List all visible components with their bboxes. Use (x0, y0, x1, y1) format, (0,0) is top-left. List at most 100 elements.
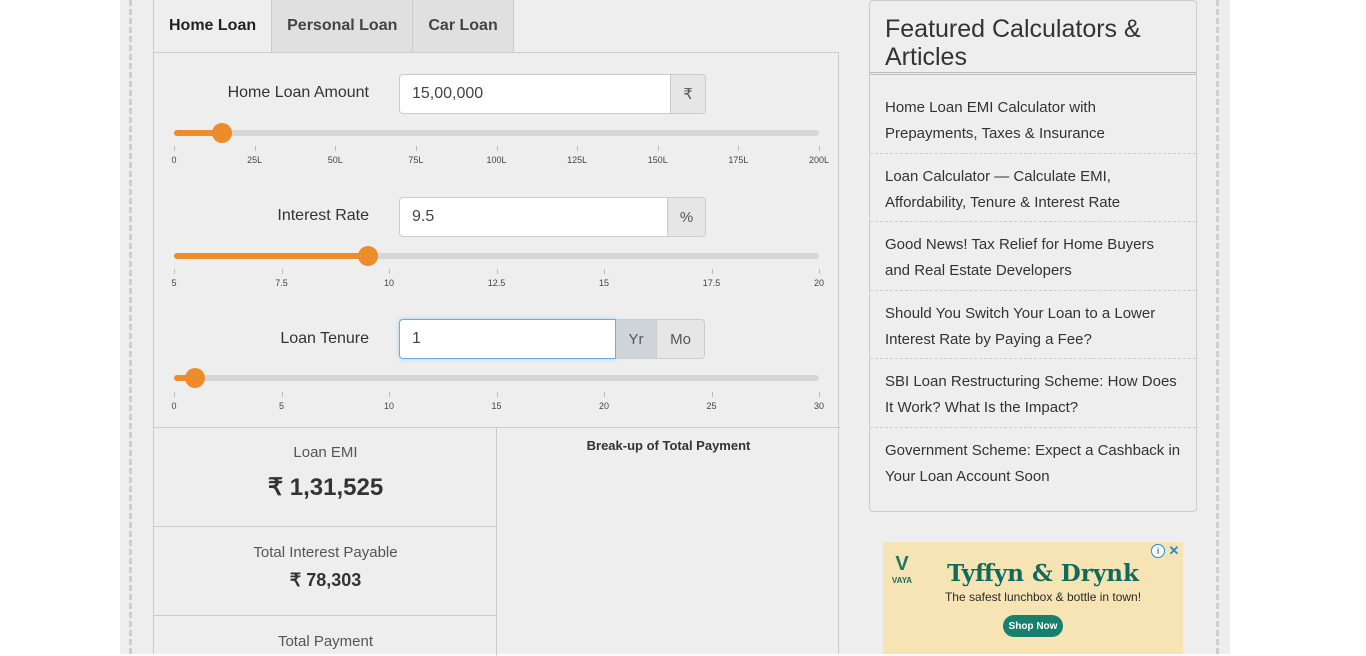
interest-rate-tick-label: 20 (813, 278, 825, 288)
loan-tenure-tick-label: 10 (383, 401, 395, 411)
tab-home-loan[interactable]: Home Loan (153, 0, 273, 53)
interest-rate-tick (174, 269, 175, 274)
interest-rate-tick (604, 269, 605, 274)
emi-label: Loan EMI (293, 444, 358, 461)
sidebar-title: Featured Calculators & Articles (870, 1, 1196, 75)
loan-tenure-tick (281, 392, 283, 397)
loan-amount-slider[interactable] (174, 123, 819, 143)
interest-rate-input-group: % (399, 197, 706, 237)
total-payment-result: Total Payment (154, 615, 497, 656)
loan-amount-input[interactable] (399, 74, 671, 114)
loan-tenure-tick (389, 392, 390, 397)
loan-amount-slider-handle[interactable] (212, 123, 233, 143)
close-icon[interactable]: ✕ (1167, 543, 1181, 558)
loan-tenure-input-group: Yr Mo (399, 319, 705, 359)
loan-tenure-tick (711, 392, 713, 397)
loan-amount-tick-label: 0 (171, 155, 177, 165)
interest-rate-slider-fill (174, 253, 368, 259)
featured-sidebar: Featured Calculators & Articles Home Loa… (869, 0, 1197, 512)
interest-value: ₹ 78,303 (289, 570, 362, 590)
loan-amount-label: Home Loan Amount (227, 84, 369, 101)
interest-label: Total Interest Payable (253, 544, 398, 561)
loan-amount-tick (415, 146, 417, 151)
loan-tenure-tick-label: 0 (171, 401, 177, 411)
loan-amount-tick-label: 175L (728, 155, 749, 165)
loan-amount-scale: 0 25L 50L 75L 100L 125L 150L 175L 200L (171, 146, 829, 166)
interest-rate-tick-label: 12.5 (487, 278, 506, 288)
interest-rate-tick (389, 269, 390, 274)
rupee-addon: ₹ (671, 74, 706, 114)
sidebar-item-loan-calculator[interactable]: Loan Calculator — Calculate EMI, Afforda… (870, 154, 1196, 222)
interest-rate-tick-label: 17.5 (702, 278, 721, 288)
interest-rate-input[interactable] (399, 197, 668, 237)
interest-rate-tick-label: 5 (171, 278, 177, 288)
results-summary: Loan EMI ₹ 1,31,525 Total Interest Payab… (154, 428, 497, 656)
loan-tenure-tick (496, 392, 498, 397)
left-dashed-border (129, 0, 132, 654)
loan-tenure-input[interactable] (399, 319, 616, 359)
emi-calculator-panel: Home Loan Amount ₹ 025L50L75L100L125L150… (153, 52, 840, 656)
interest-rate-tick (711, 269, 713, 274)
percent-addon: % (668, 197, 706, 237)
breakup-chart-title: Break-up of Total Payment (586, 438, 751, 453)
loan-amount-tick (738, 146, 740, 151)
interest-rate-slider[interactable] (174, 246, 819, 266)
ad-title: Tyffyn & Drynk (947, 560, 1139, 587)
loan-amount-input-group: ₹ (399, 74, 706, 114)
loan-amount-tick (577, 146, 579, 151)
loan-amount-tick-label: 75L (408, 155, 424, 165)
loan-amount-tick-label: 100L (486, 155, 507, 165)
loan-tenure-tick (174, 392, 175, 397)
loan-amount-tick (335, 146, 337, 151)
interest-rate-tick (819, 269, 820, 274)
loan-tenure-tick-label: 25 (706, 401, 717, 411)
interest-rate-tick (496, 269, 498, 274)
loan-amount-tick (819, 146, 820, 151)
emi-value: ₹ 1,31,525 (267, 474, 384, 501)
loan-amount-tick-label: 25L (247, 155, 263, 165)
loan-amount-tick (657, 146, 659, 151)
loan-tenure-slider[interactable] (174, 368, 819, 388)
interest-rate-tick (281, 269, 283, 274)
loan-amount-tick-label: 125L (567, 155, 588, 165)
sidebar-item-tax-relief[interactable]: Good News! Tax Relief for Home Buyers an… (870, 222, 1196, 291)
loan-type-tabs: Home Loan Personal Loan Car Loan (153, 0, 514, 53)
loan-tenure-tick (819, 392, 820, 397)
ad-controls: i ✕ (1151, 543, 1181, 558)
interest-rate-scale: 5 7.5 10 12.5 15 17.5 20 (171, 269, 824, 289)
loan-tenure-tick-label: 15 (491, 401, 502, 411)
ad-shop-now-button[interactable]: Shop Now (1003, 615, 1063, 637)
tab-personal-loan[interactable]: Personal Loan (272, 0, 414, 53)
sidebar-item-sbi-restructuring[interactable]: SBI Loan Restructuring Scheme: How Does … (870, 359, 1196, 428)
interest-rate-tick-label: 15 (598, 278, 610, 288)
sidebar-item-cashback[interactable]: Government Scheme: Expect a Cashback in … (870, 428, 1196, 497)
interest-rate-tick-label: 10 (383, 278, 395, 288)
total-payment-label: Total Payment (277, 633, 374, 650)
loan-amount-tick-label: 200L (808, 155, 830, 165)
interest-result: Total Interest Payable ₹ 78,303 (154, 526, 497, 615)
loan-tenure-scale: 0 5 10 15 20 25 30 (171, 392, 824, 412)
loan-amount-tick (496, 146, 498, 151)
right-dashed-border (1216, 0, 1219, 654)
interest-rate-slider-handle[interactable] (357, 246, 378, 266)
loan-amount-tick (174, 146, 175, 151)
tenure-month-toggle[interactable]: Mo (657, 319, 705, 359)
sidebar-article-list: Home Loan EMI Calculator with Prepayment… (870, 85, 1196, 496)
loan-tenure-tick (604, 392, 605, 397)
emi-result: Loan EMI ₹ 1,31,525 (154, 444, 497, 526)
loan-tenure-tick-label: 5 (278, 401, 285, 411)
loan-tenure-label: Loan Tenure (280, 330, 369, 347)
interest-rate-tick-label: 7.5 (275, 278, 288, 288)
tab-car-loan[interactable]: Car Loan (413, 0, 514, 53)
loan-tenure-tick-label: 20 (598, 401, 610, 411)
sidebar-item-switch-loan[interactable]: Should You Switch Your Loan to a Lower I… (870, 291, 1196, 359)
sidebar-item-emi-calculator[interactable]: Home Loan EMI Calculator with Prepayment… (870, 85, 1196, 154)
loan-tenure-tick-label: 30 (813, 401, 825, 411)
loan-amount-tick-label: 50L (327, 155, 343, 165)
tenure-year-toggle[interactable]: Yr (616, 319, 657, 359)
info-icon[interactable]: i (1151, 544, 1165, 558)
results-section: Loan EMI ₹ 1,31,525 Total Interest Payab… (154, 427, 840, 656)
loan-tenure-slider-handle[interactable] (185, 368, 206, 388)
interest-rate-label: Interest Rate (277, 207, 369, 224)
advertisement-banner[interactable]: V VAYA Tyffyn & Drynk The safest lunchbo… (883, 542, 1183, 654)
